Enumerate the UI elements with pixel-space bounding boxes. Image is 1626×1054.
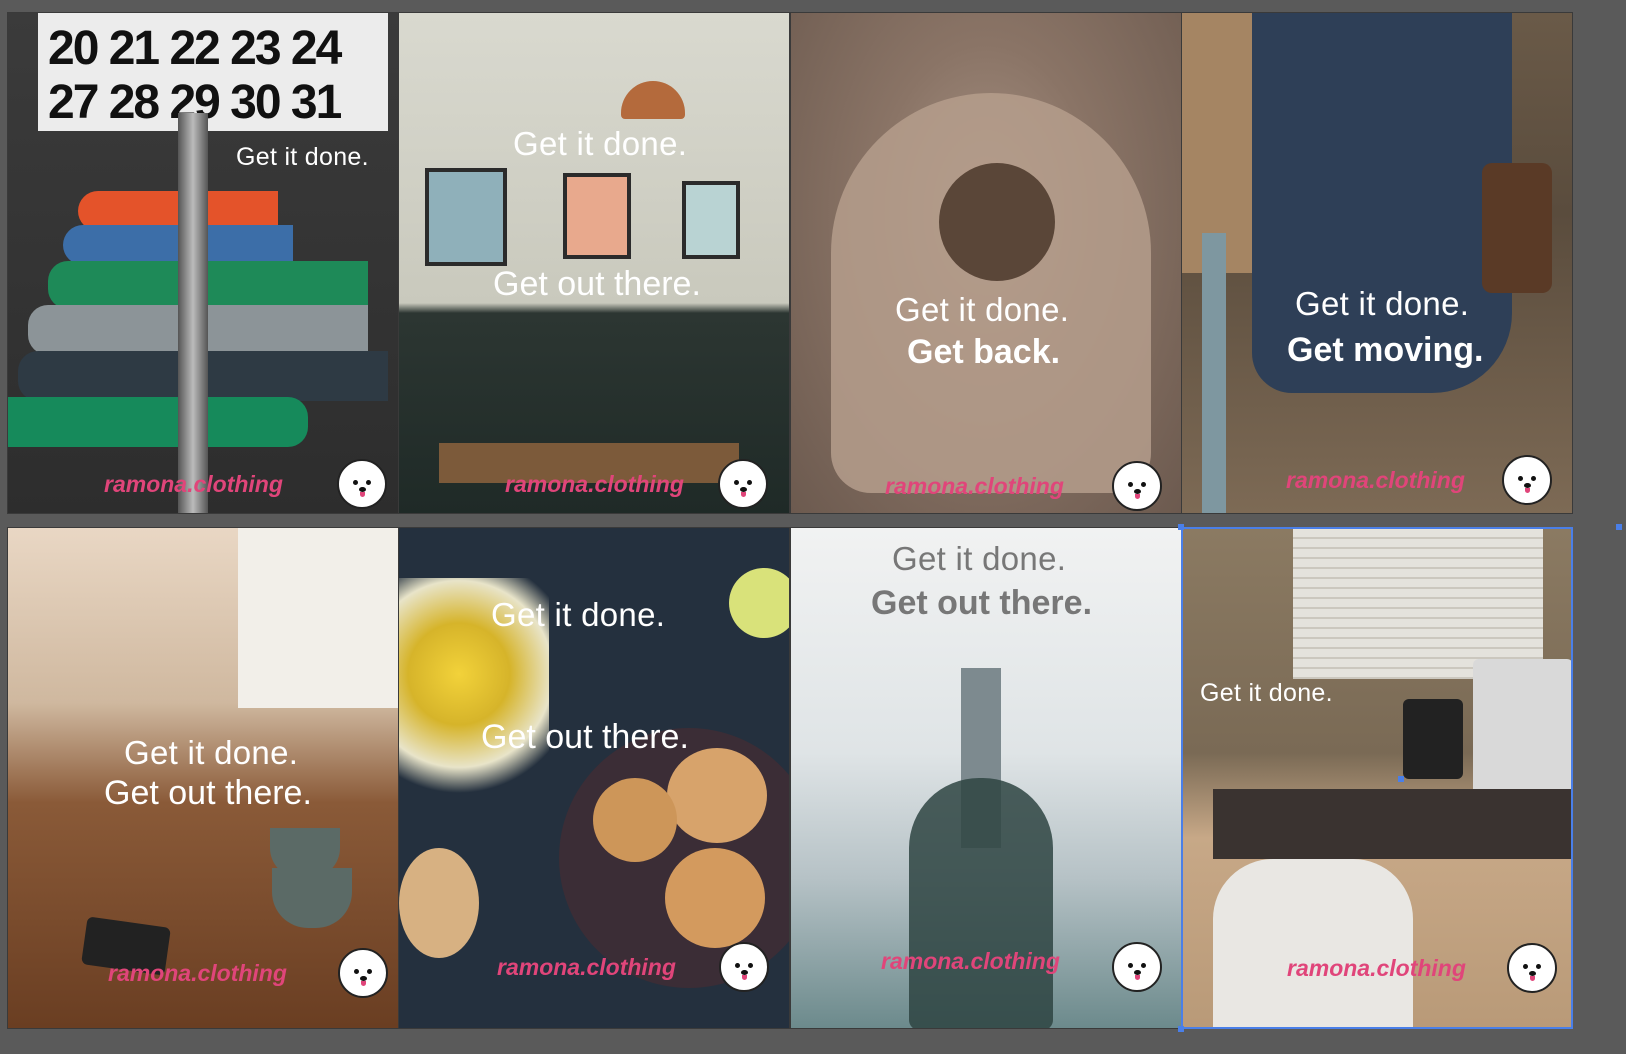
dog-face-icon	[1112, 461, 1162, 511]
headline-line-1: Get it done.	[491, 596, 666, 633]
brand-name: ramona.clothing	[1287, 955, 1466, 981]
brand-name: ramona.clothing	[108, 960, 287, 986]
selection-handle-top-left[interactable]	[1178, 524, 1184, 530]
desk-mat	[1213, 789, 1571, 859]
headline-line-1: Get it done.	[1200, 679, 1333, 707]
frame-1	[425, 168, 507, 266]
brand-name: ramona.clothing	[881, 948, 1060, 974]
selection-handle-center[interactable]	[1398, 776, 1404, 782]
lemon-slice	[729, 568, 789, 638]
shirt-green-2	[8, 397, 308, 447]
headline-line-2: Get out there.	[871, 584, 1093, 622]
cookie-3	[665, 848, 765, 948]
calendar-row-1: 20 21 22 23 24	[48, 22, 342, 75]
headline-line-1: Get it done.	[1295, 285, 1470, 322]
dog-face-icon	[719, 942, 769, 992]
dog-face-icon	[1507, 943, 1557, 993]
headline-line-1: Get it done.	[895, 291, 1070, 328]
selection-handle-bottom-left[interactable]	[1178, 1026, 1184, 1032]
cookie-2	[593, 778, 677, 862]
ad-card-4[interactable]: Get it done. Get moving. ramona.clothing	[1181, 12, 1573, 514]
ad-card-1[interactable]: 20 21 22 23 24 27 28 29 30 31 Get it don…	[7, 12, 399, 514]
dog-face-icon	[718, 459, 768, 509]
shirt-green	[48, 261, 368, 309]
brand-name: ramona.clothing	[497, 954, 676, 980]
ad-card-5[interactable]: Get it done. Get out there. ramona.cloth…	[7, 527, 399, 1029]
headline-line-1: Get it done.	[513, 125, 688, 162]
dog-face-icon	[338, 948, 388, 998]
chair	[1213, 859, 1413, 1027]
boot	[1482, 163, 1552, 293]
brand-name: ramona.clothing	[1286, 467, 1465, 493]
cookie-1	[667, 748, 767, 843]
dog-face-icon	[1502, 455, 1552, 505]
brand-name: ramona.clothing	[885, 473, 1064, 499]
rack-pole	[178, 113, 208, 513]
pencil-cup	[1403, 699, 1463, 779]
headline-line-2: Get out there.	[481, 718, 689, 756]
cookie-4	[399, 848, 479, 958]
woman-silhouette	[909, 778, 1053, 1028]
ad-card-6[interactable]: Get it done. Get out there. ramona.cloth…	[398, 527, 790, 1029]
headline-line-2: Get out there.	[104, 774, 312, 812]
dog-face-icon	[1112, 942, 1162, 992]
frame-3	[682, 181, 740, 259]
window-blinds	[1293, 529, 1543, 679]
headline-line-1: Get it done.	[236, 143, 369, 171]
headline-line-1: Get it done.	[124, 734, 299, 771]
frame-2	[563, 173, 631, 259]
brand-name: ramona.clothing	[104, 471, 283, 497]
dog-face-icon	[337, 459, 387, 509]
ad-card-2[interactable]: Get it done. Get out there. ramona.cloth…	[398, 12, 790, 514]
headline-line-2: Get moving.	[1287, 331, 1484, 369]
headline-line-2: Get back.	[907, 333, 1061, 371]
headline-line-1: Get it done.	[892, 540, 1067, 577]
ad-card-7[interactable]: Get it done. Get out there. ramona.cloth…	[790, 527, 1182, 1029]
selection-handle-top-right[interactable]	[1616, 524, 1622, 530]
ad-card-8[interactable]: Get it done. ramona.clothing	[1181, 527, 1573, 1029]
stool-leg	[1202, 233, 1226, 513]
brand-name: ramona.clothing	[505, 471, 684, 497]
window	[238, 528, 398, 708]
ad-card-3[interactable]: Get it done. Get back. ramona.clothing	[790, 12, 1182, 514]
pug-face	[939, 163, 1055, 281]
headline-line-2: Get out there.	[493, 265, 701, 303]
